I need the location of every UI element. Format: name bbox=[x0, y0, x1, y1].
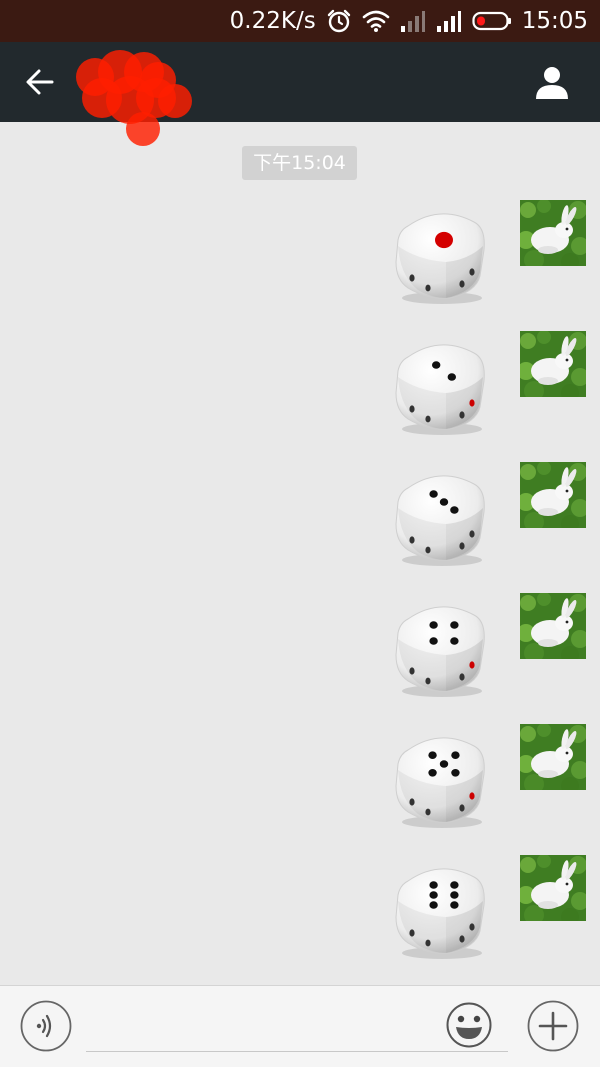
rabbit-avatar[interactable] bbox=[520, 331, 586, 397]
message-item bbox=[380, 200, 600, 310]
dice-sticker[interactable] bbox=[388, 599, 494, 699]
message-item bbox=[380, 855, 600, 965]
signal-icon-2 bbox=[436, 9, 462, 33]
plus-icon bbox=[527, 1000, 579, 1052]
message-input[interactable] bbox=[86, 1000, 508, 1052]
rabbit-avatar[interactable] bbox=[520, 855, 586, 921]
emoji-button[interactable] bbox=[446, 1002, 492, 1048]
back-button[interactable] bbox=[18, 60, 62, 104]
rabbit-avatar[interactable] bbox=[520, 593, 586, 659]
redaction-mark bbox=[158, 84, 192, 118]
profile-button[interactable] bbox=[530, 60, 574, 104]
message-timestamp: 下午15:04 bbox=[242, 146, 357, 180]
rabbit-avatar[interactable] bbox=[520, 200, 586, 266]
status-bar: 0.22K/s 15:05 bbox=[0, 0, 600, 42]
message-item bbox=[380, 331, 600, 441]
more-button[interactable] bbox=[527, 1000, 579, 1052]
dice-sticker[interactable] bbox=[388, 468, 494, 568]
rabbit-avatar[interactable] bbox=[520, 462, 586, 528]
voice-icon bbox=[20, 1000, 72, 1052]
signal-icon-1 bbox=[400, 9, 426, 33]
message-item bbox=[380, 462, 600, 572]
message-item bbox=[380, 593, 600, 703]
message-item bbox=[380, 724, 600, 834]
network-speed: 0.22K/s bbox=[229, 8, 316, 34]
dice-sticker[interactable] bbox=[388, 730, 494, 830]
title-bar bbox=[0, 42, 600, 146]
alarm-icon bbox=[326, 8, 352, 34]
battery-icon bbox=[472, 10, 512, 32]
dice-sticker[interactable] bbox=[388, 337, 494, 437]
wifi-icon bbox=[362, 9, 390, 33]
chat-area[interactable]: 下午15:04 bbox=[0, 122, 600, 985]
rabbit-avatar[interactable] bbox=[520, 724, 586, 790]
status-time: 15:05 bbox=[521, 8, 588, 34]
emoji-icon bbox=[446, 1002, 492, 1048]
input-bar bbox=[0, 985, 600, 1067]
back-arrow-icon bbox=[26, 69, 54, 95]
person-icon bbox=[536, 67, 568, 99]
voice-button[interactable] bbox=[20, 1000, 72, 1052]
dice-sticker[interactable] bbox=[388, 861, 494, 961]
dice-sticker[interactable] bbox=[388, 206, 494, 306]
